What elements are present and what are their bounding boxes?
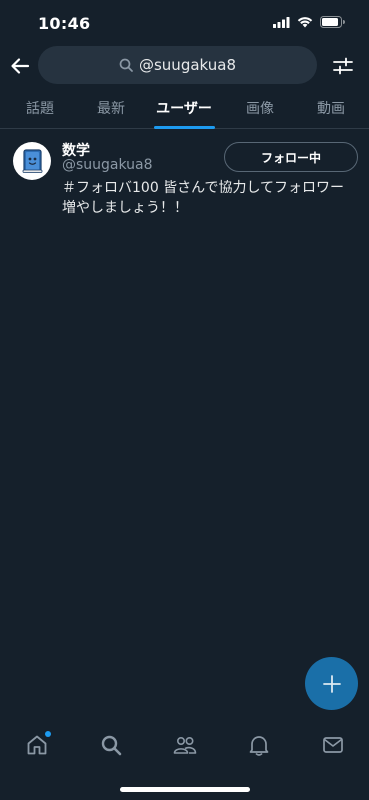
nav-search[interactable] (98, 732, 124, 758)
wifi-icon (297, 16, 313, 28)
communities-icon (173, 737, 197, 754)
search-query: @suugakua8 (138, 56, 236, 74)
tab-videos[interactable]: 動画 (295, 90, 367, 128)
search-header: @suugakua8 (0, 46, 369, 86)
signal-icon (273, 16, 290, 28)
sliders-icon (333, 57, 353, 75)
tab-latest[interactable]: 最新 (75, 90, 147, 128)
search-filter-button[interactable] (331, 54, 355, 78)
home-indicator (120, 787, 250, 792)
home-icon (27, 735, 47, 755)
compose-fab[interactable] (305, 657, 358, 710)
search-icon (119, 58, 133, 72)
bottom-navigation (0, 722, 369, 766)
tab-images[interactable]: 画像 (224, 90, 296, 128)
nav-messages[interactable] (320, 732, 346, 758)
nav-notifications[interactable] (246, 732, 272, 758)
nav-communities[interactable] (172, 732, 198, 758)
user-handle: @suugakua8 (62, 157, 153, 173)
notification-dot (45, 731, 51, 737)
mail-icon (323, 737, 343, 753)
book-icon (22, 149, 43, 173)
arrow-left-icon (11, 58, 30, 74)
active-tab-indicator (154, 126, 215, 129)
status-icons (273, 16, 345, 28)
status-bar: 10:46 (0, 0, 369, 46)
tab-trending[interactable]: 話題 (4, 90, 76, 128)
search-tabs: 話題 最新 ユーザー 画像 動画 (0, 90, 369, 129)
tab-users[interactable]: ユーザー (148, 90, 220, 128)
search-input[interactable]: @suugakua8 (38, 46, 317, 84)
avatar[interactable] (13, 142, 51, 180)
battery-icon (320, 16, 345, 28)
following-button[interactable]: フォロー中 (224, 142, 358, 172)
search-icon (101, 735, 122, 756)
user-bio: ＃フォロバ100 皆さんで協力してフォロワー増やしましょう！！ (62, 180, 345, 216)
plus-icon (322, 674, 341, 693)
nav-home[interactable] (24, 731, 51, 758)
bell-icon (249, 736, 269, 756)
status-time: 10:46 (38, 14, 91, 33)
user-result-row[interactable]: 数学 @suugakua8 ＃フォロバ100 皆さんで協力してフォロワー増やしま… (0, 140, 369, 220)
back-button[interactable] (8, 54, 32, 78)
